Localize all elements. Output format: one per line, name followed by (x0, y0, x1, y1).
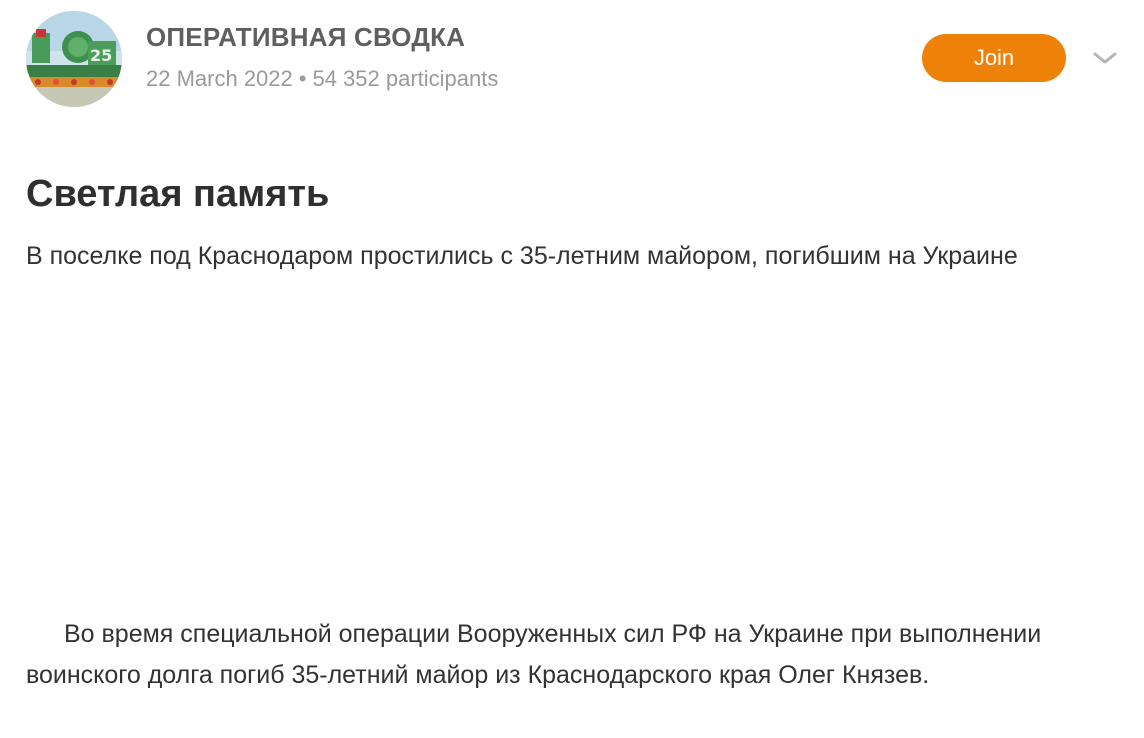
avatar-image: 25 (26, 11, 122, 107)
article-subtitle: В поселке под Краснодаром простились с 3… (26, 242, 1018, 270)
group-name[interactable]: ОПЕРАТИВНАЯ СВОДКА (146, 22, 465, 53)
chevron-down-icon[interactable] (1090, 46, 1120, 70)
post-page: 25 ОПЕРАТИВНАЯ СВОДКА 22 March 2022 • 54 3… (0, 0, 1144, 738)
group-avatar[interactable]: 25 (26, 11, 122, 107)
post-header: 25 ОПЕРАТИВНАЯ СВОДКА 22 March 2022 • 54 3… (0, 0, 1144, 120)
join-button[interactable]: Join (922, 34, 1066, 82)
meta-separator: • (298, 66, 307, 91)
article-body: Во время специальной операции Вооруженны… (26, 620, 1042, 689)
svg-text:25: 25 (90, 46, 112, 65)
group-meta: 22 March 2022 • 54 352 participants (146, 66, 498, 92)
post-date: 22 March 2022 (146, 66, 293, 91)
participants-count: 54 352 participants (312, 66, 499, 91)
article-title: Светлая память (26, 173, 330, 215)
